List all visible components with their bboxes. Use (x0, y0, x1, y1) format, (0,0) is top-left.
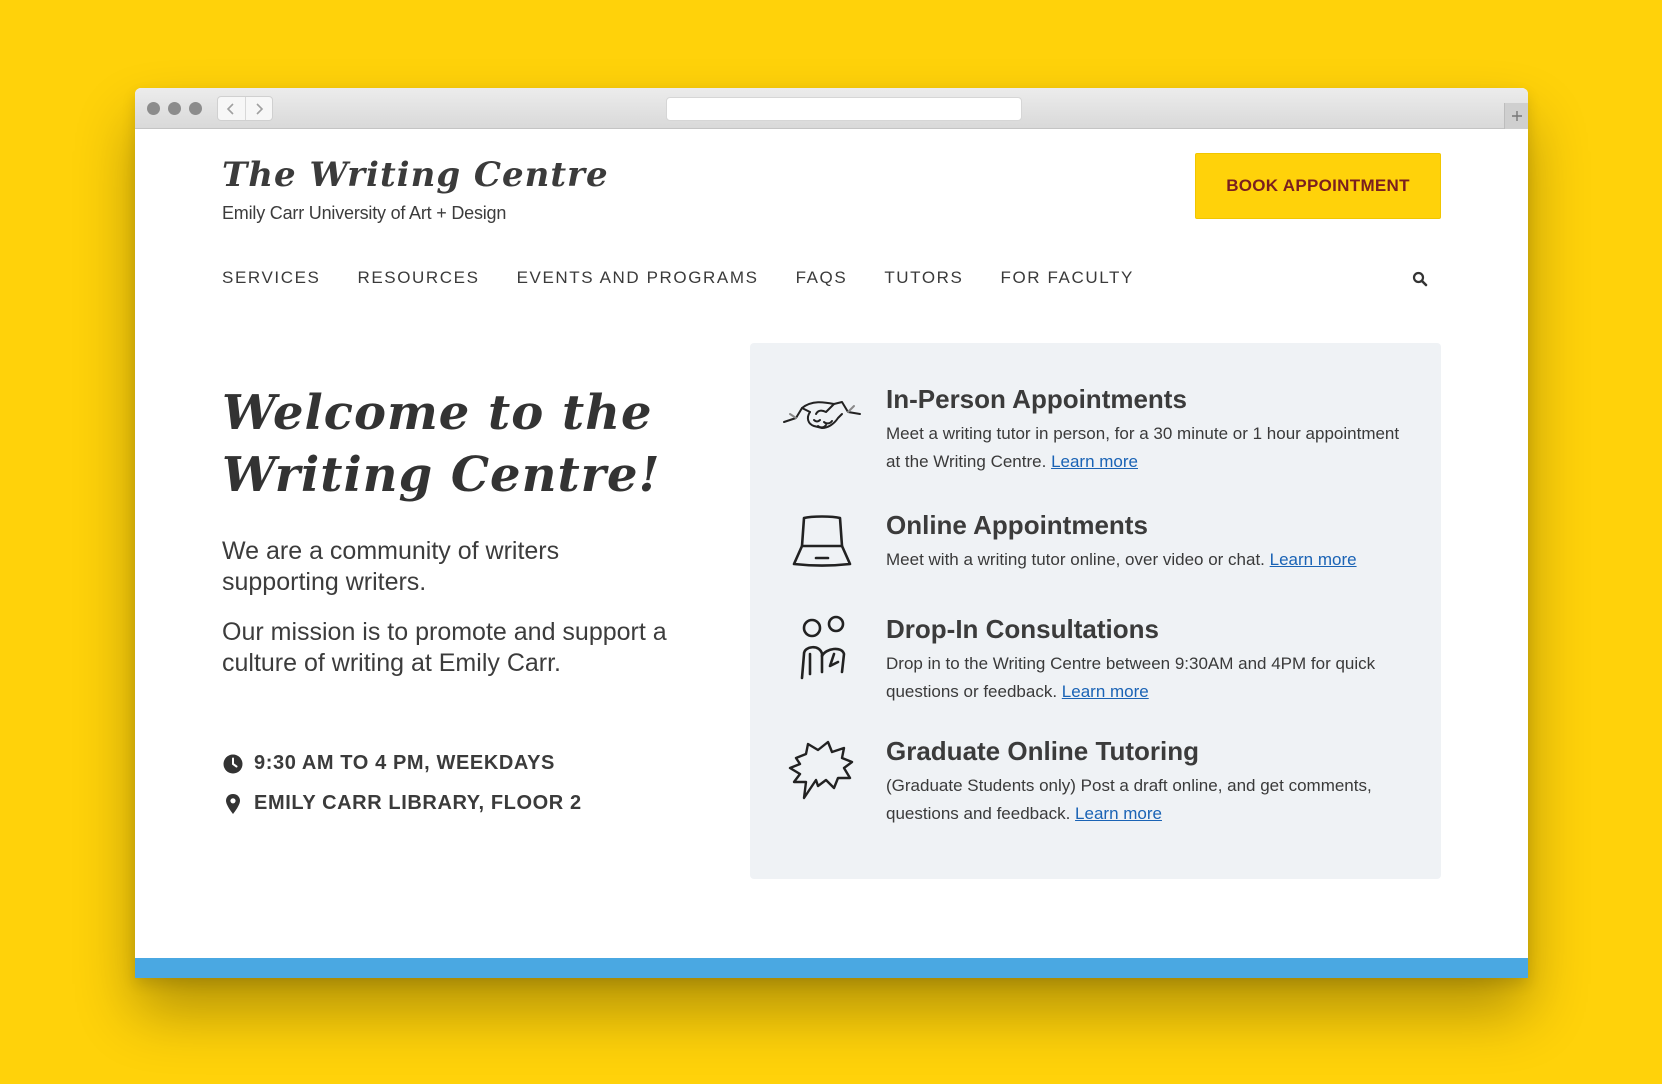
search-button[interactable] (1409, 268, 1431, 290)
page-content: The Writing Centre Emily Carr University… (135, 129, 1528, 978)
location-text: EMILY CARR LIBRARY, FLOOR 2 (254, 792, 582, 814)
handshake-icon (782, 392, 862, 462)
learn-more-link[interactable]: Learn more (1051, 452, 1138, 471)
chevron-right-icon (256, 102, 263, 115)
nav-item-faqs[interactable]: FAQS (796, 268, 848, 288)
chevron-left-icon (227, 102, 234, 115)
close-window-dot[interactable] (147, 102, 160, 115)
nav-item-tutors[interactable]: TUTORS (884, 268, 963, 288)
service-title: In-Person Appointments (886, 384, 1187, 414)
hero-intro-text: We are a community of writers supporting… (222, 537, 560, 596)
service-description: Meet with a writing tutor online, over v… (886, 546, 1406, 574)
maximize-window-dot[interactable] (189, 102, 202, 115)
service-title: Drop-In Consultations (886, 614, 1159, 644)
minimize-window-dot[interactable] (168, 102, 181, 115)
service-description: Drop in to the Writing Centre between 9:… (886, 650, 1406, 706)
laptop-icon (782, 506, 862, 576)
learn-more-link[interactable]: Learn more (1075, 804, 1162, 823)
hours-info: 9:30 AM TO 4 PM, WEEKDAYS (222, 752, 555, 775)
clock-icon (222, 753, 244, 775)
nav-item-for-faculty[interactable]: FOR FACULTY (1001, 268, 1134, 288)
forward-button[interactable] (244, 97, 273, 120)
services-panel: In-Person Appointments Meet a writing tu… (750, 343, 1441, 879)
hero-mission-text: Our mission is to promote and support a … (222, 618, 667, 677)
browser-window: The Writing Centre Emily Carr University… (135, 88, 1528, 978)
search-icon (1412, 271, 1428, 287)
service-title: Graduate Online Tutoring (886, 736, 1199, 766)
history-buttons (217, 96, 273, 121)
location-pin-icon (222, 793, 244, 815)
people-icon (782, 612, 862, 682)
back-button[interactable] (218, 97, 245, 120)
hours-text: 9:30 AM TO 4 PM, WEEKDAYS (254, 752, 555, 774)
nav-item-events-and-programs[interactable]: EVENTS AND PROGRAMS (517, 268, 759, 288)
footer-strip (135, 958, 1528, 978)
book-appointment-button[interactable]: BOOK APPOINTMENT (1195, 153, 1441, 219)
address-bar[interactable] (666, 97, 1022, 121)
new-tab-button[interactable] (1504, 103, 1528, 129)
nav-item-resources[interactable]: RESOURCES (357, 268, 479, 288)
learn-more-link[interactable]: Learn more (1270, 550, 1357, 569)
learn-more-link[interactable]: Learn more (1062, 682, 1149, 701)
service-description: (Graduate Students only) Post a draft on… (886, 772, 1406, 828)
nav-item-services[interactable]: SERVICES (222, 268, 320, 288)
site-title[interactable]: The Writing Centre (222, 155, 609, 195)
service-description: Meet a writing tutor in person, for a 30… (886, 420, 1406, 476)
location-info: EMILY CARR LIBRARY, FLOOR 2 (222, 792, 582, 815)
main-navigation: SERVICES RESOURCES EVENTS AND PROGRAMS F… (222, 268, 1171, 288)
service-description-text: Meet a writing tutor in person, for a 30… (886, 424, 1400, 471)
page-title: Welcome to the Writing Centre! (222, 385, 661, 503)
site-subtitle: Emily Carr University of Art + Design (222, 203, 507, 223)
plus-icon (1511, 111, 1522, 121)
service-description-text: Meet with a writing tutor online, over v… (886, 550, 1265, 569)
browser-toolbar (135, 88, 1528, 129)
service-title: Online Appointments (886, 510, 1148, 540)
speech-bubble-icon (782, 736, 862, 806)
